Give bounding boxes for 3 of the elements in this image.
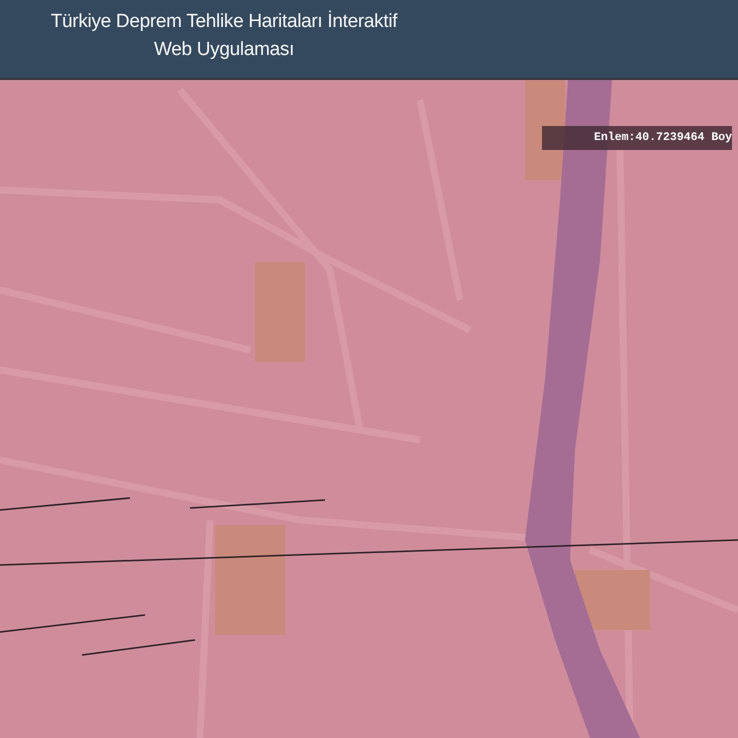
coordinate-tooltip: Enlem:40.7239464 Boy bbox=[542, 126, 732, 150]
app-title: Türkiye Deprem Tehlike Haritaları İnteraktif Web Uygulaması bbox=[50, 10, 398, 62]
map-drawing[interactable] bbox=[0, 80, 738, 738]
